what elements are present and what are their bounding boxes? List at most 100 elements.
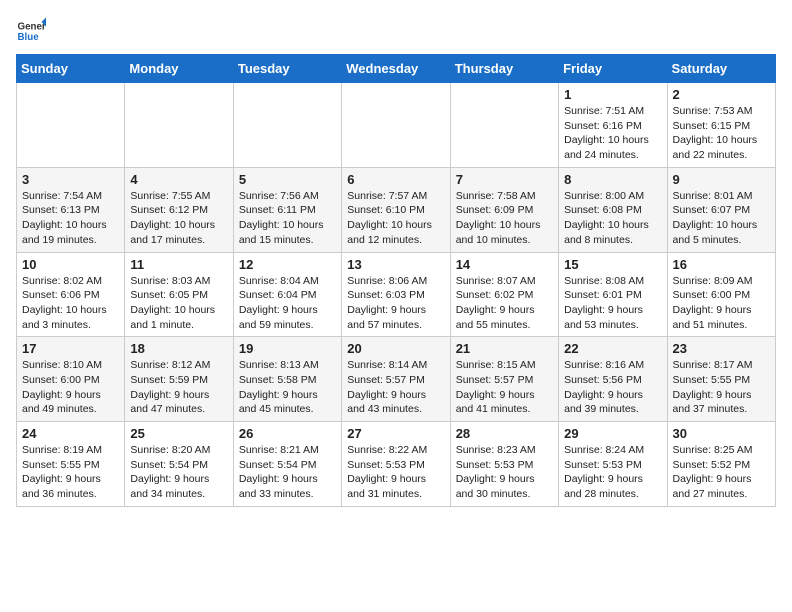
- day-info: Sunrise: 8:17 AM Sunset: 5:55 PM Dayligh…: [673, 358, 770, 417]
- calendar-cell: 20 Sunrise: 8:14 AM Sunset: 5:57 PM Dayli…: [342, 337, 450, 422]
- calendar-cell: 8 Sunrise: 8:00 AM Sunset: 6:08 PM Daylig…: [559, 167, 667, 252]
- day-number: 27: [347, 426, 444, 441]
- day-info: Sunrise: 8:14 AM Sunset: 5:57 PM Dayligh…: [347, 358, 444, 417]
- day-number: 28: [456, 426, 553, 441]
- logo-icon: General Blue: [16, 16, 46, 46]
- calendar-cell: 6 Sunrise: 7:57 AM Sunset: 6:10 PM Daylig…: [342, 167, 450, 252]
- day-number: 14: [456, 257, 553, 272]
- day-number: 8: [564, 172, 661, 187]
- day-number: 11: [130, 257, 227, 272]
- calendar-cell: 9Sunrise: 8:01 AM Sunset: 6:07 PM Daylig…: [667, 167, 775, 252]
- day-number: 13: [347, 257, 444, 272]
- calendar-cell: 3 Sunrise: 7:54 AM Sunset: 6:13 PM Daylig…: [17, 167, 125, 252]
- calendar-cell: 19 Sunrise: 8:13 AM Sunset: 5:58 PM Dayli…: [233, 337, 341, 422]
- logo: General Blue: [16, 16, 46, 46]
- day-info: Sunrise: 8:20 AM Sunset: 5:54 PM Dayligh…: [130, 443, 227, 502]
- day-number: 5: [239, 172, 336, 187]
- day-number: 22: [564, 341, 661, 356]
- calendar-cell: 15 Sunrise: 8:08 AM Sunset: 6:01 PM Dayli…: [559, 252, 667, 337]
- column-header-saturday: Saturday: [667, 55, 775, 83]
- day-info: Sunrise: 8:09 AM Sunset: 6:00 PM Dayligh…: [673, 274, 770, 333]
- calendar-cell: 11 Sunrise: 8:03 AM Sunset: 6:05 PM Dayli…: [125, 252, 233, 337]
- calendar-cell: 24Sunrise: 8:19 AM Sunset: 5:55 PM Dayli…: [17, 422, 125, 507]
- day-info: Sunrise: 7:55 AM Sunset: 6:12 PM Dayligh…: [130, 189, 227, 248]
- calendar-cell: 17Sunrise: 8:10 AM Sunset: 6:00 PM Dayli…: [17, 337, 125, 422]
- column-header-sunday: Sunday: [17, 55, 125, 83]
- day-info: Sunrise: 8:13 AM Sunset: 5:58 PM Dayligh…: [239, 358, 336, 417]
- calendar-cell: 23 Sunrise: 8:17 AM Sunset: 5:55 PM Dayli…: [667, 337, 775, 422]
- day-info: Sunrise: 8:02 AM Sunset: 6:06 PM Dayligh…: [22, 274, 119, 333]
- day-number: 2: [673, 87, 770, 102]
- calendar-cell: [233, 83, 341, 168]
- day-number: 12: [239, 257, 336, 272]
- day-info: Sunrise: 8:12 AM Sunset: 5:59 PM Dayligh…: [130, 358, 227, 417]
- day-info: Sunrise: 8:25 AM Sunset: 5:52 PM Dayligh…: [673, 443, 770, 502]
- day-info: Sunrise: 8:07 AM Sunset: 6:02 PM Dayligh…: [456, 274, 553, 333]
- calendar-cell: 18Sunrise: 8:12 AM Sunset: 5:59 PM Dayli…: [125, 337, 233, 422]
- calendar-cell: 5Sunrise: 7:56 AM Sunset: 6:11 PM Daylig…: [233, 167, 341, 252]
- page-header: General Blue: [16, 16, 776, 46]
- calendar-cell: [125, 83, 233, 168]
- day-number: 29: [564, 426, 661, 441]
- calendar-cell: 2 Sunrise: 7:53 AM Sunset: 6:15 PM Daylig…: [667, 83, 775, 168]
- day-number: 9: [673, 172, 770, 187]
- day-info: Sunrise: 8:00 AM Sunset: 6:08 PM Dayligh…: [564, 189, 661, 248]
- day-info: Sunrise: 8:04 AM Sunset: 6:04 PM Dayligh…: [239, 274, 336, 333]
- calendar-cell: 29Sunrise: 8:24 AM Sunset: 5:53 PM Dayli…: [559, 422, 667, 507]
- calendar-cell: [17, 83, 125, 168]
- day-number: 21: [456, 341, 553, 356]
- calendar-week-row: 1 Sunrise: 7:51 AM Sunset: 6:16 PM Daylig…: [17, 83, 776, 168]
- calendar-cell: 25 Sunrise: 8:20 AM Sunset: 5:54 PM Dayli…: [125, 422, 233, 507]
- day-number: 23: [673, 341, 770, 356]
- svg-text:Blue: Blue: [18, 32, 40, 43]
- day-info: Sunrise: 8:03 AM Sunset: 6:05 PM Dayligh…: [130, 274, 227, 333]
- day-info: Sunrise: 7:51 AM Sunset: 6:16 PM Dayligh…: [564, 104, 661, 163]
- calendar-cell: 1 Sunrise: 7:51 AM Sunset: 6:16 PM Daylig…: [559, 83, 667, 168]
- calendar-cell: [342, 83, 450, 168]
- calendar-cell: 27 Sunrise: 8:22 AM Sunset: 5:53 PM Dayli…: [342, 422, 450, 507]
- column-header-monday: Monday: [125, 55, 233, 83]
- calendar-cell: 16 Sunrise: 8:09 AM Sunset: 6:00 PM Dayli…: [667, 252, 775, 337]
- day-info: Sunrise: 8:23 AM Sunset: 5:53 PM Dayligh…: [456, 443, 553, 502]
- calendar-cell: 12 Sunrise: 8:04 AM Sunset: 6:04 PM Dayli…: [233, 252, 341, 337]
- day-info: Sunrise: 7:54 AM Sunset: 6:13 PM Dayligh…: [22, 189, 119, 248]
- day-number: 6: [347, 172, 444, 187]
- day-info: Sunrise: 8:21 AM Sunset: 5:54 PM Dayligh…: [239, 443, 336, 502]
- calendar-cell: [450, 83, 558, 168]
- day-number: 10: [22, 257, 119, 272]
- day-number: 3: [22, 172, 119, 187]
- day-number: 4: [130, 172, 227, 187]
- day-info: Sunrise: 7:53 AM Sunset: 6:15 PM Dayligh…: [673, 104, 770, 163]
- day-info: Sunrise: 8:16 AM Sunset: 5:56 PM Dayligh…: [564, 358, 661, 417]
- day-info: Sunrise: 8:08 AM Sunset: 6:01 PM Dayligh…: [564, 274, 661, 333]
- calendar-cell: 7Sunrise: 7:58 AM Sunset: 6:09 PM Daylig…: [450, 167, 558, 252]
- day-number: 17: [22, 341, 119, 356]
- column-header-wednesday: Wednesday: [342, 55, 450, 83]
- calendar-cell: 30Sunrise: 8:25 AM Sunset: 5:52 PM Dayli…: [667, 422, 775, 507]
- calendar-week-row: 24Sunrise: 8:19 AM Sunset: 5:55 PM Dayli…: [17, 422, 776, 507]
- column-header-tuesday: Tuesday: [233, 55, 341, 83]
- svg-text:General: General: [18, 22, 47, 33]
- day-number: 26: [239, 426, 336, 441]
- calendar-week-row: 3 Sunrise: 7:54 AM Sunset: 6:13 PM Daylig…: [17, 167, 776, 252]
- day-number: 19: [239, 341, 336, 356]
- calendar-cell: 21 Sunrise: 8:15 AM Sunset: 5:57 PM Dayli…: [450, 337, 558, 422]
- day-number: 25: [130, 426, 227, 441]
- day-info: Sunrise: 8:22 AM Sunset: 5:53 PM Dayligh…: [347, 443, 444, 502]
- calendar-week-row: 17Sunrise: 8:10 AM Sunset: 6:00 PM Dayli…: [17, 337, 776, 422]
- day-info: Sunrise: 8:06 AM Sunset: 6:03 PM Dayligh…: [347, 274, 444, 333]
- calendar-header-row: SundayMondayTuesdayWednesdayThursdayFrid…: [17, 55, 776, 83]
- day-number: 16: [673, 257, 770, 272]
- column-header-thursday: Thursday: [450, 55, 558, 83]
- calendar-cell: 4 Sunrise: 7:55 AM Sunset: 6:12 PM Daylig…: [125, 167, 233, 252]
- calendar-table: SundayMondayTuesdayWednesdayThursdayFrid…: [16, 54, 776, 507]
- day-number: 20: [347, 341, 444, 356]
- day-info: Sunrise: 8:15 AM Sunset: 5:57 PM Dayligh…: [456, 358, 553, 417]
- calendar-week-row: 10 Sunrise: 8:02 AM Sunset: 6:06 PM Dayli…: [17, 252, 776, 337]
- calendar-cell: 22 Sunrise: 8:16 AM Sunset: 5:56 PM Dayli…: [559, 337, 667, 422]
- calendar-cell: 28 Sunrise: 8:23 AM Sunset: 5:53 PM Dayli…: [450, 422, 558, 507]
- day-info: Sunrise: 7:57 AM Sunset: 6:10 PM Dayligh…: [347, 189, 444, 248]
- day-number: 15: [564, 257, 661, 272]
- day-number: 1: [564, 87, 661, 102]
- day-number: 7: [456, 172, 553, 187]
